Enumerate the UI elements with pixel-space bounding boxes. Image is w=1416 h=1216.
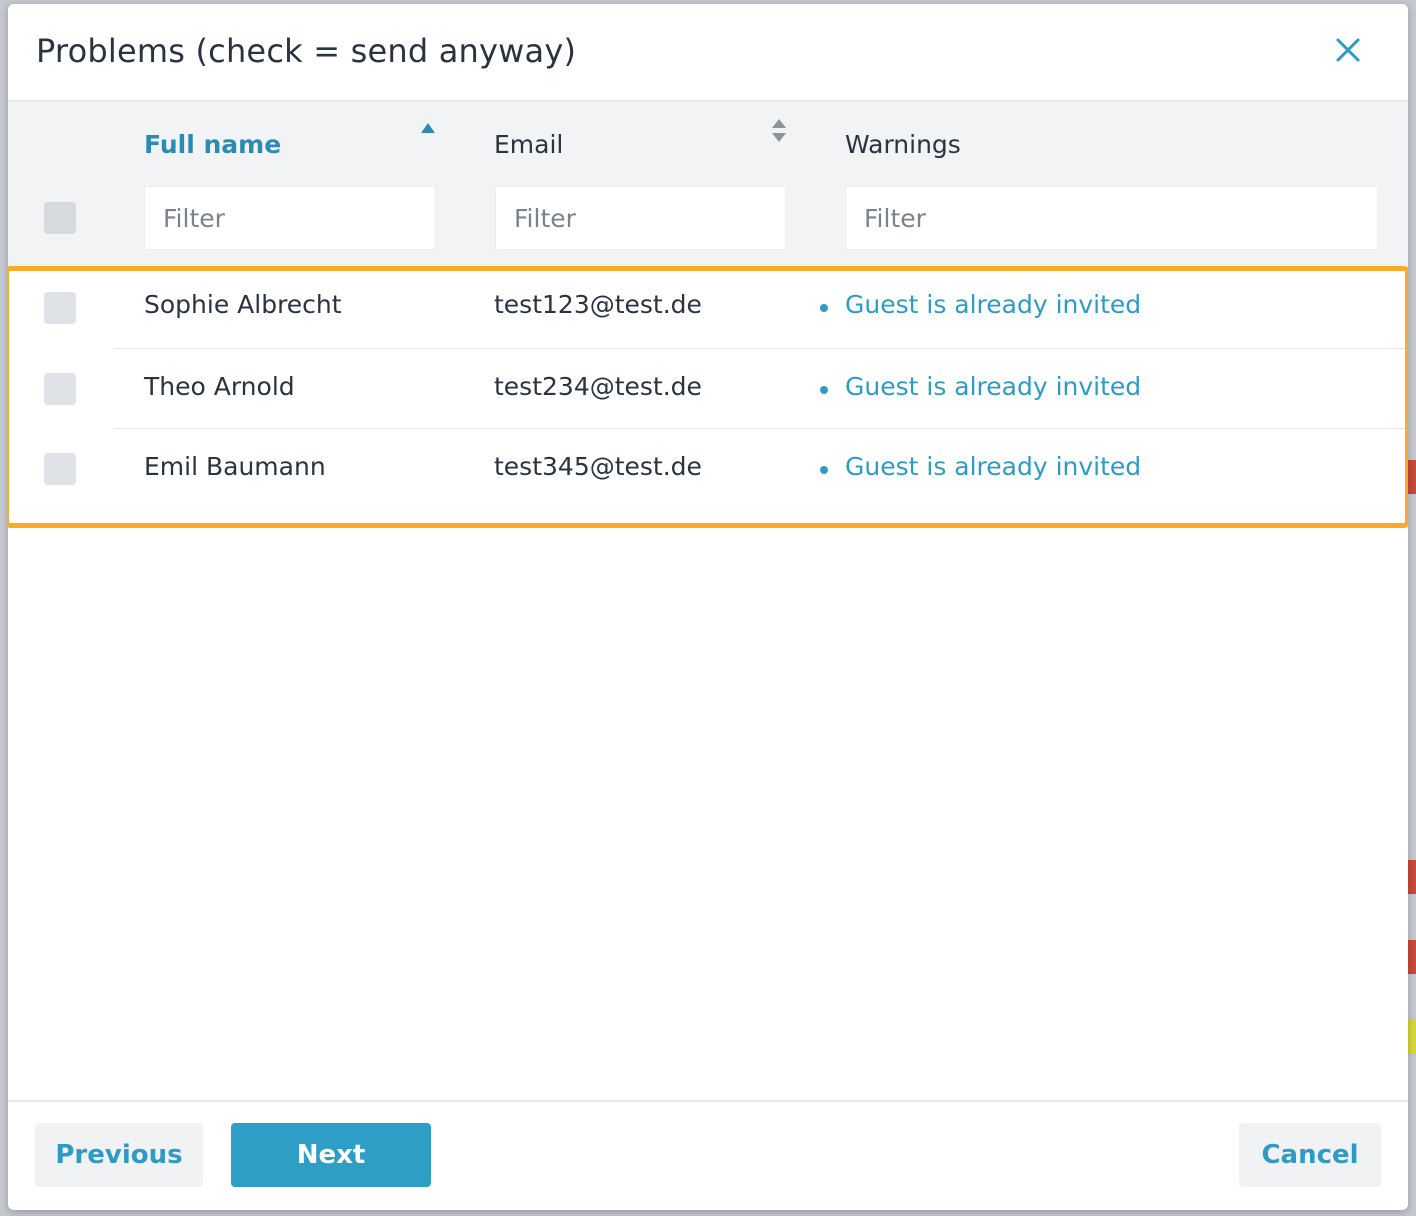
column-header-warnings: Warnings	[845, 130, 961, 159]
dialog-header: Problems (check = send anyway)	[8, 4, 1408, 102]
previous-button[interactable]: Previous	[35, 1123, 203, 1187]
problems-dialog: Problems (check = send anyway) Full name…	[8, 4, 1408, 1210]
row-send-anyway-checkbox[interactable]	[44, 292, 76, 324]
row-full-name: Theo Arnold	[144, 372, 295, 401]
close-icon	[1336, 38, 1360, 62]
close-button[interactable]	[1332, 34, 1364, 66]
row-full-name: Sophie Albrecht	[144, 290, 342, 319]
row-email: test345@test.de	[494, 452, 702, 481]
row-email: test234@test.de	[494, 372, 702, 401]
background-badge	[1408, 460, 1416, 494]
select-all-checkbox[interactable]	[44, 202, 76, 234]
column-header-full-name[interactable]: Full name	[144, 130, 281, 159]
table-row: Theo Arnold test234@test.de Guest is alr…	[8, 348, 1408, 428]
row-warning: Guest is already invited	[845, 372, 1142, 401]
bullet-icon	[820, 386, 828, 394]
background-badge	[1408, 1020, 1416, 1054]
table-header: Full name Email Warnings	[8, 102, 1408, 266]
row-send-anyway-checkbox[interactable]	[44, 453, 76, 485]
row-full-name: Emil Baumann	[144, 452, 326, 481]
cancel-button[interactable]: Cancel	[1239, 1123, 1381, 1187]
sort-unsorted-icon[interactable]	[771, 118, 787, 144]
column-header-email[interactable]: Email	[494, 130, 563, 159]
full-name-filter-input[interactable]	[144, 186, 436, 250]
table-row: Sophie Albrecht test123@test.de Guest is…	[8, 266, 1408, 346]
row-warning: Guest is already invited	[845, 452, 1142, 481]
table-row: Emil Baumann test345@test.de Guest is al…	[8, 428, 1408, 508]
dialog-title: Problems (check = send anyway)	[36, 32, 577, 70]
row-email: test123@test.de	[494, 290, 702, 319]
email-filter-input[interactable]	[495, 186, 786, 250]
row-divider	[114, 348, 1408, 349]
bullet-icon	[820, 466, 828, 474]
row-send-anyway-checkbox[interactable]	[44, 373, 76, 405]
row-warning: Guest is already invited	[845, 290, 1142, 319]
background-badge	[1408, 940, 1416, 974]
background-badge	[1408, 860, 1416, 894]
dialog-footer: Previous Next Cancel	[8, 1100, 1408, 1210]
next-button[interactable]: Next	[231, 1123, 431, 1187]
sort-ascending-icon[interactable]	[420, 122, 436, 134]
bullet-icon	[820, 304, 828, 312]
row-divider	[114, 428, 1408, 429]
warnings-filter-input[interactable]	[845, 186, 1378, 250]
